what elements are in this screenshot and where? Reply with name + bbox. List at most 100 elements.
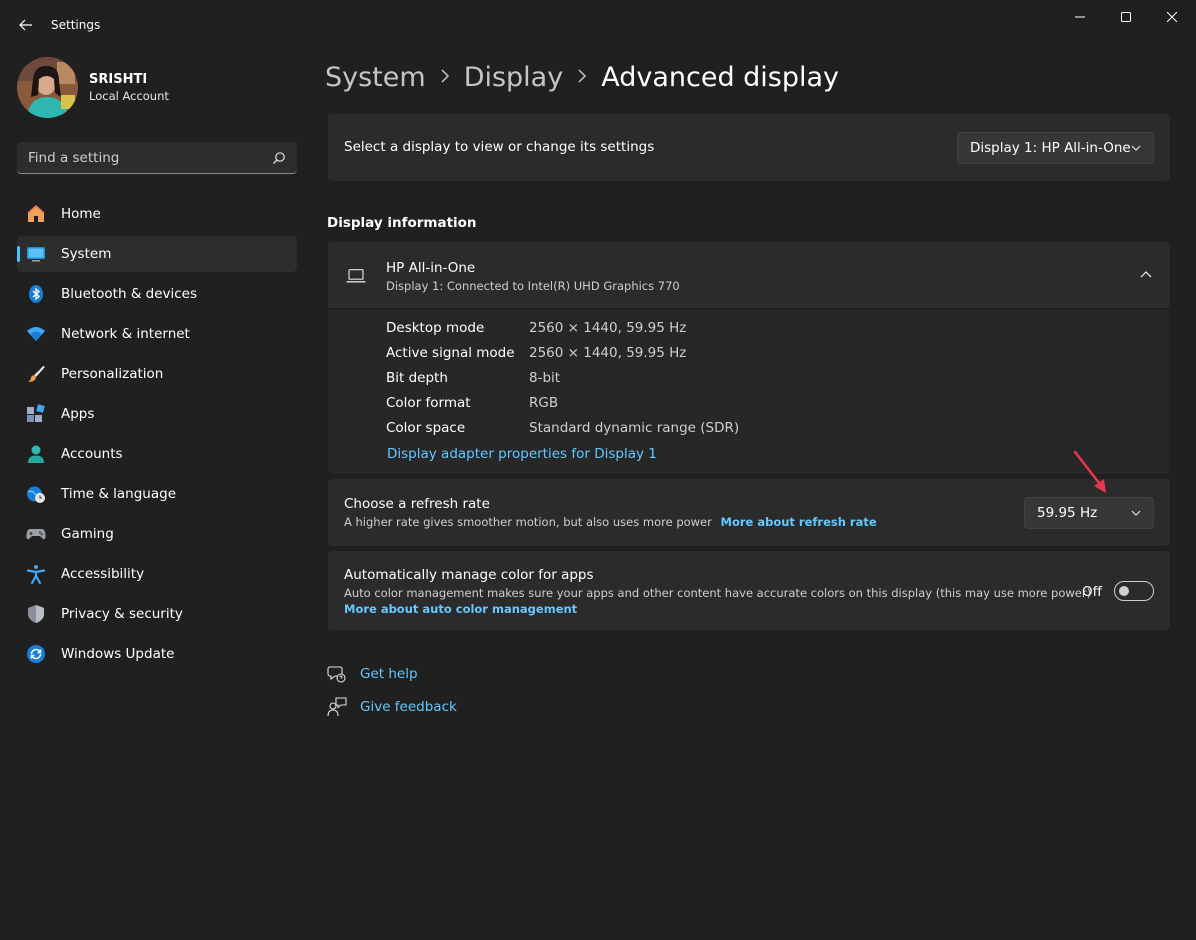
breadcrumb: System Display Advanced display (325, 58, 839, 96)
close-icon (1167, 12, 1177, 22)
sidebar-item-label: Apps (61, 406, 95, 422)
sidebar-item-home[interactable]: Home (17, 196, 297, 232)
refresh-rate-description-line: A higher rate gives smoother motion, but… (344, 515, 877, 529)
sidebar-item-windows-update[interactable]: Windows Update (17, 636, 297, 672)
display-dropdown[interactable]: Display 1: HP All-in-One (957, 132, 1154, 164)
give-feedback-link[interactable]: Give feedback (326, 696, 457, 718)
sidebar-item-label: System (61, 246, 112, 262)
sidebar-item-label: Bluetooth & devices (61, 286, 198, 302)
info-row-bit-depth: Bit depth 8-bit (386, 370, 560, 390)
sidebar-item-gaming[interactable]: Gaming (17, 516, 297, 552)
sidebar-item-label: Windows Update (61, 646, 175, 662)
sidebar-nav: Home System Bluetooth & devices Network … (17, 196, 297, 676)
info-value: 2560 × 1440, 59.95 Hz (529, 320, 687, 336)
home-icon (26, 204, 46, 224)
sidebar-item-accounts[interactable]: Accounts (17, 436, 297, 472)
give-feedback-label: Give feedback (360, 699, 457, 715)
search-box[interactable] (17, 142, 297, 174)
back-arrow-icon (19, 19, 32, 31)
info-value: 8-bit (529, 370, 561, 386)
sidebar-item-label: Home (61, 206, 101, 222)
user-profile[interactable]: SRISHTI Local Account (17, 57, 169, 118)
refresh-rate-title: Choose a refresh rate (344, 496, 490, 512)
select-display-label: Select a display to view or change its s… (344, 139, 655, 155)
sidebar-item-time-language[interactable]: Time & language (17, 476, 297, 512)
chevron-down-icon (1131, 510, 1141, 516)
laptop-icon (346, 269, 366, 283)
bluetooth-icon (26, 284, 46, 304)
breadcrumb-system[interactable]: System (325, 62, 426, 93)
globe-clock-icon (26, 484, 46, 504)
auto-color-title: Automatically manage color for apps (344, 567, 594, 583)
gamepad-icon (26, 524, 46, 544)
person-icon (26, 444, 46, 464)
refresh-rate-dropdown[interactable]: 59.95 Hz (1024, 497, 1154, 529)
back-button[interactable] (12, 12, 40, 38)
more-about-auto-color-link[interactable]: More about auto color management (344, 602, 577, 616)
auto-color-toggle[interactable] (1114, 581, 1154, 601)
auto-color-card: Automatically manage color for apps Auto… (328, 551, 1170, 630)
display-name: HP All-in-One (386, 260, 476, 276)
get-help-label: Get help (360, 666, 418, 682)
sidebar-item-label: Gaming (61, 526, 114, 542)
breadcrumb-chevron-icon (577, 67, 587, 88)
sidebar-item-label: Accounts (61, 446, 123, 462)
auto-color-state-label: Off (1082, 584, 1102, 600)
sidebar-item-network[interactable]: Network & internet (17, 316, 297, 352)
shield-icon (26, 604, 46, 624)
sidebar-item-label: Privacy & security (61, 606, 183, 622)
chevron-up-icon[interactable] (1140, 270, 1152, 280)
sidebar-item-privacy-security[interactable]: Privacy & security (17, 596, 297, 632)
toggle-knob (1119, 586, 1129, 596)
sidebar-item-personalization[interactable]: Personalization (17, 356, 297, 392)
info-label: Active signal mode (386, 345, 515, 361)
more-about-refresh-rate-link[interactable]: More about refresh rate (721, 515, 877, 529)
select-display-card: Select a display to view or change its s… (328, 114, 1170, 181)
minimize-button[interactable] (1057, 0, 1103, 34)
close-button[interactable] (1149, 0, 1195, 34)
page-title: Advanced display (601, 61, 840, 93)
apps-icon (26, 404, 46, 424)
sidebar-item-accessibility[interactable]: Accessibility (17, 556, 297, 592)
info-value: 2560 × 1440, 59.95 Hz (529, 345, 687, 361)
display-info-details: Desktop mode 2560 × 1440, 59.95 Hz Activ… (328, 310, 1170, 474)
info-row-color-space: Color space Standard dynamic range (SDR) (386, 420, 739, 440)
refresh-rate-card: Choose a refresh rate A higher rate give… (328, 479, 1170, 546)
search-icon[interactable] (272, 151, 286, 165)
info-row-desktop-mode: Desktop mode 2560 × 1440, 59.95 Hz (386, 320, 686, 340)
display-adapter-properties-link[interactable]: Display adapter properties for Display 1 (387, 446, 657, 462)
auto-color-description: Auto color management makes sure your ap… (344, 586, 1092, 600)
display-dropdown-value: Display 1: HP All-in-One (970, 140, 1131, 156)
sidebar-item-label: Time & language (61, 486, 177, 502)
info-label: Color space (386, 420, 466, 436)
sidebar-item-bluetooth[interactable]: Bluetooth & devices (17, 276, 297, 312)
update-icon (26, 644, 46, 664)
sidebar-item-apps[interactable]: Apps (17, 396, 297, 432)
info-label: Desktop mode (386, 320, 485, 336)
search-input[interactable] (28, 149, 258, 166)
brush-icon (26, 364, 46, 384)
sidebar-item-label: Personalization (61, 366, 164, 382)
maximize-button[interactable] (1103, 0, 1149, 34)
account-type: Local Account (89, 88, 169, 103)
feedback-icon (326, 696, 348, 718)
breadcrumb-chevron-icon (440, 67, 450, 88)
help-chat-icon (326, 663, 348, 685)
sidebar-item-label: Network & internet (61, 326, 190, 342)
title-bar: Settings (0, 0, 1196, 48)
sidebar-item-system[interactable]: System (17, 236, 297, 272)
refresh-rate-description: A higher rate gives smoother motion, but… (344, 515, 712, 529)
info-row-active-signal-mode: Active signal mode 2560 × 1440, 59.95 Hz (386, 345, 686, 365)
info-row-color-format: Color format RGB (386, 395, 558, 415)
wifi-icon (26, 324, 46, 344)
profile-name: SRISHTI (89, 71, 148, 87)
info-value: RGB (529, 395, 559, 411)
refresh-rate-value: 59.95 Hz (1037, 505, 1098, 521)
avatar (17, 57, 78, 118)
get-help-link[interactable]: Get help (326, 663, 418, 685)
section-title-display-information: Display information (327, 215, 477, 231)
display-info-header[interactable]: HP All-in-One Display 1: Connected to In… (328, 242, 1170, 309)
info-label: Color format (386, 395, 471, 411)
breadcrumb-display[interactable]: Display (464, 62, 564, 93)
annotation-arrow-icon (1073, 450, 1106, 493)
